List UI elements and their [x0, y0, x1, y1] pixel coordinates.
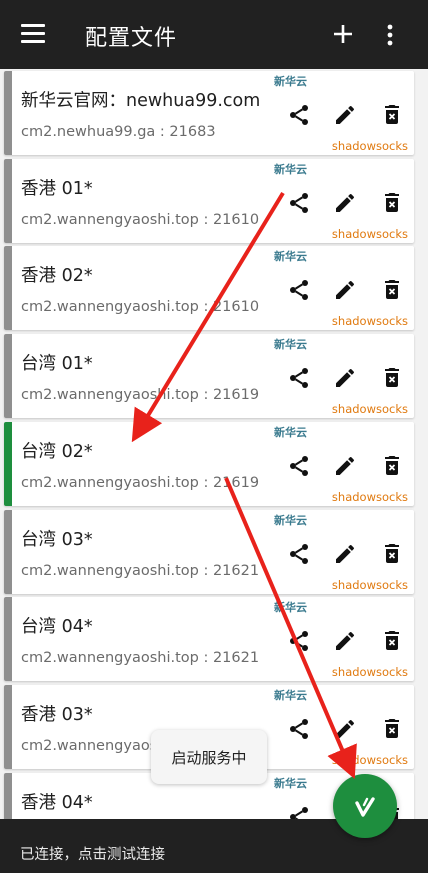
connection-status-text: 已连接，点击测试连接 [20, 847, 165, 863]
server-card[interactable]: 台湾 01* cm2.wannengyaoshi.top : 21619 新华云 sh… [4, 334, 414, 419]
server-card[interactable]: 香港 02* cm2.wannengyaoshi.top : 21610 新华云 sh… [4, 246, 414, 331]
server-name: 台湾 01* [21, 354, 93, 375]
delete-icon[interactable] [380, 629, 404, 653]
server-address: cm2.wannengyaoshi.top : 21610 [21, 299, 260, 316]
page-title: 配置文件 [85, 26, 178, 51]
protocol-type-label: shadowsocks [331, 139, 408, 153]
more-vertical-icon[interactable] [380, 22, 400, 48]
plus-icon[interactable] [330, 17, 356, 51]
delete-icon[interactable] [380, 278, 404, 302]
selection-indicator [4, 421, 12, 506]
delete-icon[interactable] [380, 542, 404, 566]
connect-vpn-icon [355, 797, 375, 817]
server-address: cm2.wannengyaoshi.top : 21621 [21, 562, 260, 579]
share-icon[interactable] [287, 805, 311, 819]
server-card[interactable]: 台湾 04* cm2.wannengyaoshi.top : 21621 新华云 sh… [4, 597, 414, 682]
connect-fab-button[interactable] [333, 774, 397, 838]
edit-pencil-icon[interactable] [333, 454, 357, 478]
subscription-label: 新华云 [274, 688, 307, 702]
server-name: 香港 04* [21, 792, 93, 813]
delete-icon[interactable] [380, 454, 404, 478]
server-address: cm2.wannengyaoshi.top : 21621 [21, 650, 260, 667]
server-list[interactable]: 新华云官网：newhua99.com cm2.newhua99.ga : 2168… [0, 69, 428, 819]
protocol-type-label: shadowsocks [331, 402, 408, 417]
protocol-type-label: shadowsocks [331, 577, 408, 592]
share-icon[interactable] [287, 366, 311, 390]
subscription-label: 新华云 [274, 601, 307, 615]
delete-icon[interactable] [380, 191, 404, 215]
subscription-label: 新华云 [274, 338, 307, 352]
protocol-type-label: shadowsocks [331, 489, 408, 504]
protocol-type-label: shadowsocks [331, 752, 408, 767]
server-address: cm2.wannengyaoshi.top : 21619 [21, 387, 260, 404]
selection-indicator [4, 246, 12, 331]
server-card[interactable]: 台湾 03* cm2.wannengyaoshi.top : 21621 新华云 sh… [4, 509, 414, 594]
delete-icon[interactable] [380, 717, 404, 741]
selection-indicator [4, 509, 12, 594]
share-icon[interactable] [287, 717, 311, 741]
selection-indicator [4, 684, 12, 769]
share-icon[interactable] [287, 629, 311, 653]
edit-pencil-icon[interactable] [333, 191, 357, 215]
server-card[interactable]: 新华云官网：newhua99.com cm2.newhua99.ga : 2168… [4, 71, 414, 155]
share-icon[interactable] [287, 103, 311, 127]
protocol-type-label: shadowsocks [331, 665, 408, 680]
edit-pencil-icon[interactable] [333, 629, 357, 653]
edit-pencil-icon[interactable] [333, 103, 357, 127]
selection-indicator [4, 597, 12, 682]
share-icon[interactable] [287, 542, 311, 566]
server-name: 台湾 02* [21, 441, 93, 462]
server-address: cm2.newhua99.ga : 21683 [21, 124, 216, 140]
selection-indicator [4, 334, 12, 419]
hamburger-menu-icon[interactable] [21, 24, 45, 44]
selection-indicator [4, 71, 12, 155]
server-name: 台湾 03* [21, 529, 93, 550]
share-icon[interactable] [287, 191, 311, 215]
server-card[interactable]: 香港 01* cm2.wannengyaoshi.top : 21610 新华云 sh… [4, 158, 414, 243]
protocol-type-label: shadowsocks [331, 226, 408, 241]
delete-icon[interactable] [380, 366, 404, 390]
server-name: 台湾 04* [21, 617, 93, 638]
server-name: 香港 03* [21, 704, 93, 725]
toast-message: 启动服务中 [151, 730, 267, 784]
edit-pencil-icon[interactable] [333, 542, 357, 566]
subscription-label: 新华云 [274, 776, 307, 790]
edit-pencil-icon[interactable] [333, 278, 357, 302]
subscription-label: 新华云 [274, 513, 307, 527]
server-name: 香港 01* [21, 178, 93, 199]
subscription-label: 新华云 [274, 425, 307, 439]
server-name: 香港 02* [21, 266, 93, 287]
top-app-bar: 配置文件 [0, 0, 428, 69]
server-card[interactable]: 台湾 02* cm2.wannengyaoshi.top : 21619 新华云 sh… [4, 421, 414, 506]
subscription-label: 新华云 [274, 75, 307, 88]
share-icon[interactable] [287, 278, 311, 302]
subscription-label: 新华云 [274, 250, 307, 264]
selection-indicator [4, 158, 12, 243]
edit-pencil-icon[interactable] [333, 717, 357, 741]
server-name: 新华云官网：newhua99.com [21, 91, 261, 111]
edit-pencil-icon[interactable] [333, 366, 357, 390]
delete-icon[interactable] [380, 103, 404, 127]
share-icon[interactable] [287, 454, 311, 478]
subscription-label: 新华云 [274, 162, 307, 176]
server-address: cm2.wannengyaoshi.top : 21610 [21, 211, 260, 228]
server-address: cm2.wannengyaoshi.top : 21619 [21, 474, 260, 491]
protocol-type-label: shadowsocks [331, 314, 408, 329]
selection-indicator [4, 772, 12, 819]
